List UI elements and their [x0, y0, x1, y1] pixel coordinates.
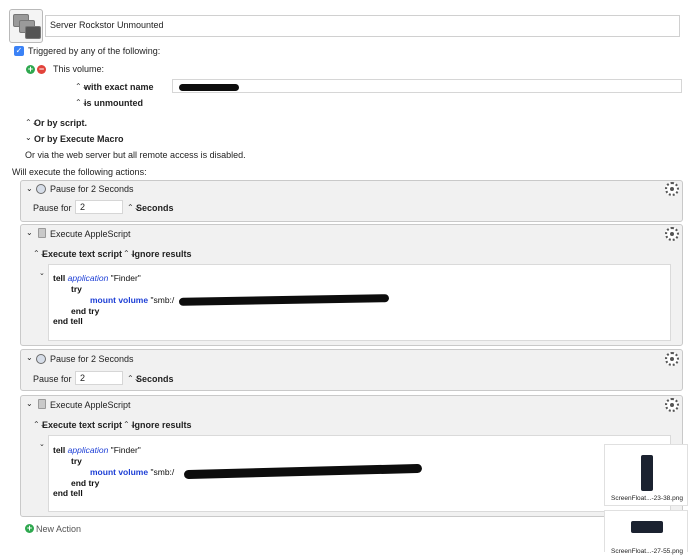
web-server-note: Or via the web server but all remote acc… — [25, 150, 246, 160]
clock-icon — [36, 354, 46, 364]
nas-device-image — [631, 521, 663, 533]
results-popup[interactable]: Ignore results — [132, 249, 192, 259]
script-editor[interactable]: ⌄ tell application "Finder" try mount vo… — [39, 264, 671, 341]
redacted-volume-name — [179, 84, 239, 91]
or-by-script[interactable]: Or by script. — [34, 118, 87, 128]
pause-for-label: Pause for — [33, 203, 72, 213]
script-icon — [38, 399, 46, 409]
volume-state-popup[interactable]: is unmounted — [84, 98, 143, 108]
gear-icon[interactable] — [665, 352, 679, 366]
trigger-label: Triggered by any of the following: — [28, 46, 161, 56]
action-title: Pause for 2 Seconds — [50, 354, 134, 364]
execute-mode-popup[interactable]: Execute text script — [42, 249, 122, 259]
thumbnail-filename: ScreenFloat...-23-38.png — [611, 495, 683, 502]
macro-name-field[interactable]: Server Rockstor Unmounted — [45, 15, 680, 37]
collapse-chevron-icon[interactable]: ⌄ — [26, 184, 33, 193]
unit-popup[interactable]: Seconds — [136, 374, 174, 384]
add-trigger-icon[interactable]: + — [26, 65, 35, 74]
gear-icon[interactable] — [665, 227, 679, 241]
code-line-3: mount volume "smb:/ — [90, 467, 175, 477]
macro-icon[interactable] — [9, 9, 43, 43]
pause-action-1[interactable]: ⌄ Pause for 2 Seconds Pause for 2 ⌃⌄ Sec… — [20, 180, 683, 222]
fold-icon[interactable]: ⌄ — [39, 269, 45, 277]
pause-seconds-field[interactable]: 2 — [75, 200, 123, 214]
code-line-4: end try — [71, 306, 100, 316]
mac-pro-image — [641, 455, 653, 491]
gear-icon[interactable] — [665, 182, 679, 196]
fold-icon[interactable]: ⌄ — [39, 440, 45, 448]
script-editor[interactable]: ⌄ tell application "Finder" try mount vo… — [39, 435, 671, 512]
volume-trigger-label: This volume: — [53, 64, 105, 74]
exact-name-popup[interactable]: with exact name — [84, 82, 154, 92]
action-title: Pause for 2 Seconds — [50, 184, 134, 194]
code-line-1: tell application "Finder" — [53, 273, 141, 283]
redacted-smb-path — [183, 463, 423, 480]
chevron-down-icon[interactable]: ⌄ — [25, 133, 32, 142]
or-by-execute-macro[interactable]: Or by Execute Macro — [34, 134, 124, 144]
action-title: Execute AppleScript — [50, 400, 131, 410]
applescript-action-1[interactable]: ⌄ Execute AppleScript ⌃⌄ Execute text sc… — [20, 224, 683, 346]
code-line-4: end try — [71, 478, 100, 488]
gear-icon[interactable] — [665, 398, 679, 412]
code-line-1: tell application "Finder" — [53, 445, 141, 455]
collapse-chevron-icon[interactable]: ⌄ — [26, 399, 33, 408]
pause-action-2[interactable]: ⌄ Pause for 2 Seconds Pause for 2 ⌃⌄ Sec… — [20, 349, 683, 391]
action-title: Execute AppleScript — [50, 229, 131, 239]
trigger-checkbox[interactable]: ✓ — [14, 46, 24, 56]
code-line-2: try — [71, 284, 82, 294]
pause-for-label: Pause for — [33, 374, 72, 384]
screenfloat-thumbnail-1[interactable]: ScreenFloat...-23-38.png — [604, 444, 688, 506]
clock-icon — [36, 184, 46, 194]
screenfloat-thumbnail-2[interactable]: ScreenFloat...-27-55.png — [604, 510, 688, 555]
results-popup[interactable]: Ignore results — [132, 420, 192, 430]
remove-trigger-icon[interactable]: − — [37, 65, 46, 74]
volume-name-field[interactable] — [172, 79, 682, 93]
execute-mode-popup[interactable]: Execute text script — [42, 420, 122, 430]
code-line-5: end tell — [53, 488, 83, 498]
code-line-5: end tell — [53, 316, 83, 326]
add-action-icon[interactable]: + — [25, 524, 34, 533]
new-action-button[interactable]: New Action — [36, 524, 81, 534]
redacted-smb-path — [178, 294, 390, 306]
script-icon — [38, 228, 46, 238]
code-line-3: mount volume "smb:/ — [90, 295, 175, 305]
code-line-2: try — [71, 456, 82, 466]
pause-seconds-field[interactable]: 2 — [75, 371, 123, 385]
actions-header: Will execute the following actions: — [12, 167, 147, 177]
collapse-chevron-icon[interactable]: ⌄ — [26, 353, 33, 362]
applescript-action-2[interactable]: ⌄ Execute AppleScript ⌃⌄ Execute text sc… — [20, 395, 683, 517]
collapse-chevron-icon[interactable]: ⌄ — [26, 228, 33, 237]
unit-popup[interactable]: Seconds — [136, 203, 174, 213]
